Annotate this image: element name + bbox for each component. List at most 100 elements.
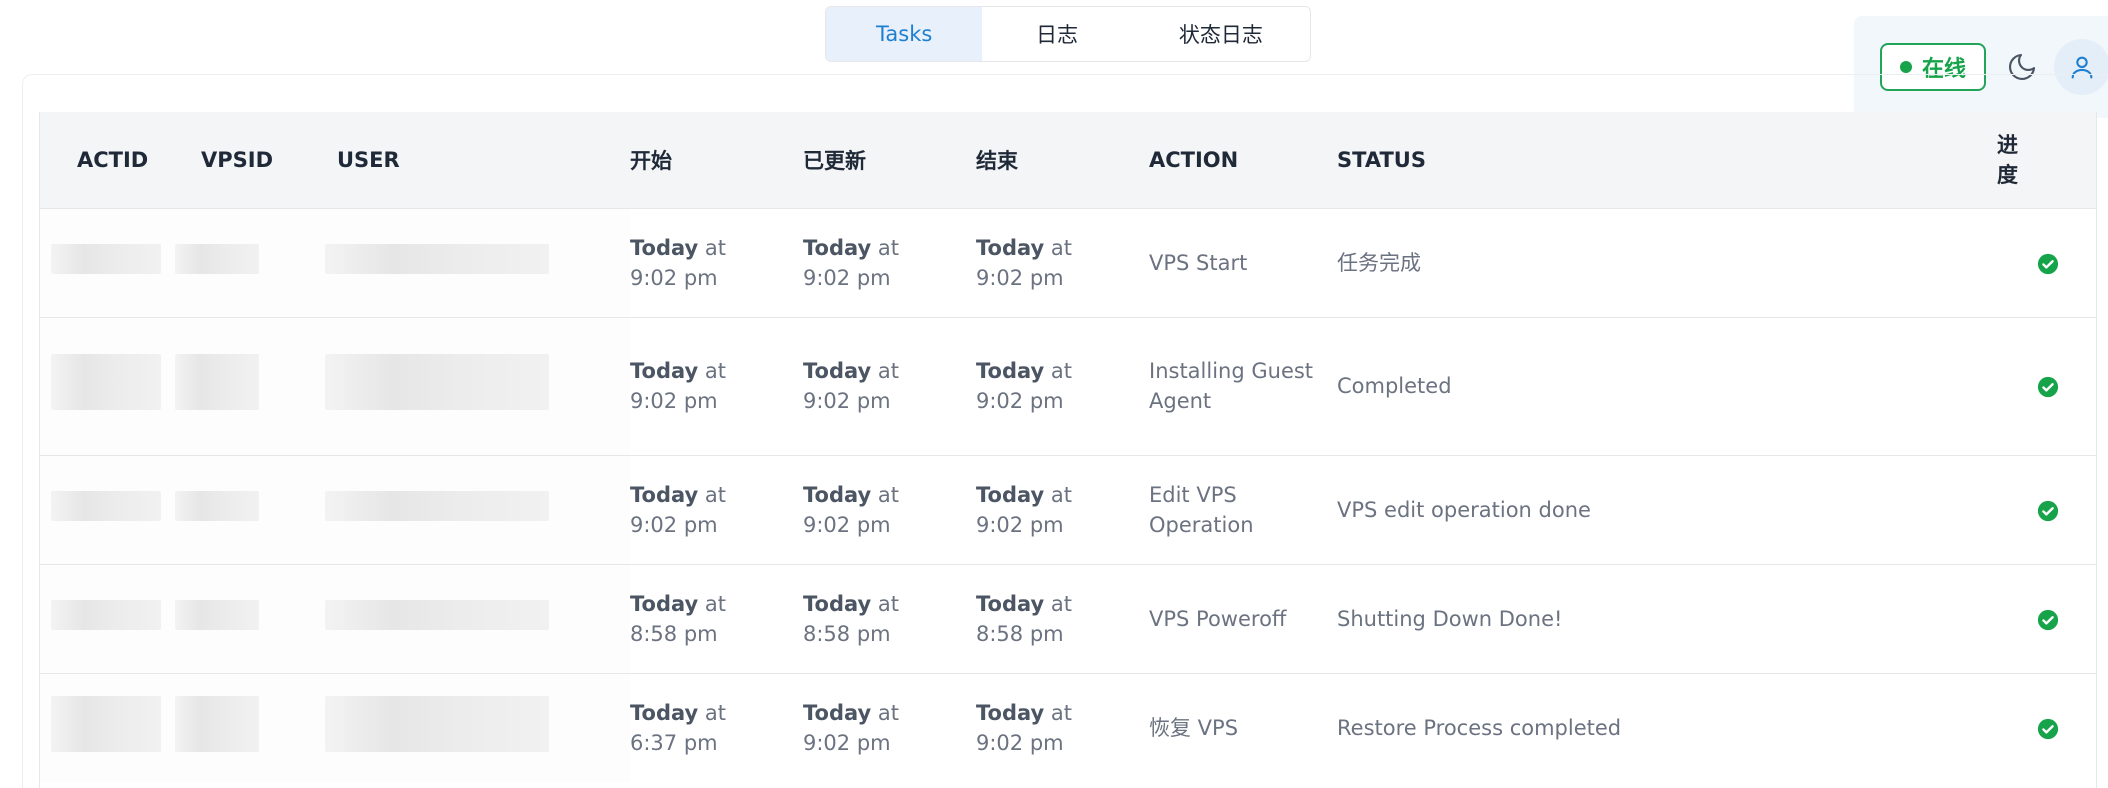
end-cell: Today at 9:02 pm xyxy=(976,317,1149,455)
action-cell: Edit VPS Operation xyxy=(1149,482,1254,537)
time-label: 9:02 pm xyxy=(630,389,718,413)
table-header-row: ACTID VPSID USER 开始 已更新 结束 ACTION STATUS… xyxy=(40,112,2096,208)
at-label: at xyxy=(1050,700,1073,725)
day-label: Today xyxy=(976,482,1045,507)
at-label: at xyxy=(704,482,727,507)
column-header-updated[interactable]: 已更新 xyxy=(803,112,976,208)
end-cell: Today at 9:02 pm xyxy=(976,208,1149,317)
user-cell xyxy=(325,564,630,673)
vpsid-cell xyxy=(175,317,337,455)
start-cell: Today at 9:02 pm xyxy=(630,317,803,455)
user-cell xyxy=(325,455,630,564)
vpsid-cell xyxy=(175,564,337,673)
redacted-value xyxy=(175,490,259,521)
user-cell xyxy=(325,673,630,782)
column-header-start[interactable]: 开始 xyxy=(630,112,803,208)
time-label: 8:58 pm xyxy=(630,621,718,646)
action-cell: 恢复 VPS xyxy=(1149,715,1239,740)
column-header-end[interactable]: 结束 xyxy=(976,112,1149,208)
check-circle-icon xyxy=(2037,500,2058,521)
redacted-value xyxy=(325,490,549,521)
at-label: at xyxy=(1050,482,1073,507)
progress-cell xyxy=(1997,564,2096,673)
table-row[interactable]: Today at 8:58 pm Today at 8:58 pm Today at… xyxy=(40,564,2096,673)
redacted-value xyxy=(175,599,259,630)
progress-cell xyxy=(1997,455,2096,564)
redacted-value xyxy=(51,490,161,521)
online-dot-icon xyxy=(1899,61,1912,73)
redacted-value xyxy=(175,354,259,410)
day-label: Today xyxy=(803,235,872,260)
updated-cell: Today at 9:02 pm xyxy=(803,673,976,782)
redacted-value xyxy=(51,695,161,752)
vpsid-cell xyxy=(175,455,337,564)
action-cell: VPS Poweroff xyxy=(1149,606,1287,631)
redacted-value xyxy=(51,599,161,630)
day-label: Today xyxy=(630,700,699,725)
action-cell: VPS Start xyxy=(1149,250,1248,275)
day-label: Today xyxy=(803,482,872,507)
tab-status-logs[interactable]: 状态日志 xyxy=(1132,7,1310,61)
time-label: 9:02 pm xyxy=(803,265,891,290)
redacted-value xyxy=(325,354,549,410)
day-label: Today xyxy=(976,235,1045,260)
time-label: 9:02 pm xyxy=(976,265,1064,290)
table-row[interactable]: Today at 9:02 pm Today at 9:02 pm Today at… xyxy=(40,208,2096,317)
status-cell: Shutting Down Done! xyxy=(1337,606,1563,631)
vpsid-cell xyxy=(175,673,337,782)
column-header-vpsid[interactable]: VPSID xyxy=(201,112,337,208)
tab-tasks[interactable]: Tasks xyxy=(826,7,983,61)
time-label: 6:37 pm xyxy=(630,730,718,755)
table-row[interactable]: Today at 9:02 pm Today at 9:02 pm Today at… xyxy=(40,317,2096,455)
progress-cell xyxy=(1997,317,2096,455)
day-label: Today xyxy=(976,700,1045,725)
status-cell: Completed xyxy=(1337,374,1452,398)
time-label: 9:02 pm xyxy=(630,265,718,290)
column-header-action[interactable]: ACTION xyxy=(1149,112,1337,208)
redacted-value xyxy=(325,599,549,630)
start-cell: Today at 9:02 pm xyxy=(630,455,803,564)
progress-header-line-2: 度 xyxy=(1997,162,2018,187)
status-cell: VPS edit operation done xyxy=(1337,497,1591,522)
tab-logs[interactable]: 日志 xyxy=(982,7,1131,61)
check-circle-icon xyxy=(2037,718,2058,739)
redacted-value xyxy=(325,243,549,274)
end-cell: Today at 9:02 pm xyxy=(976,673,1149,782)
check-circle-icon xyxy=(2037,376,2058,398)
redacted-value xyxy=(175,695,259,752)
column-header-progress[interactable]: 进 度 xyxy=(1997,112,2096,208)
end-cell: Today at 8:58 pm xyxy=(976,564,1149,673)
redacted-value xyxy=(51,354,161,410)
day-label: Today xyxy=(803,700,872,725)
at-label: at xyxy=(704,359,727,383)
updated-cell: Today at 9:02 pm xyxy=(803,317,976,455)
column-header-user[interactable]: USER xyxy=(337,112,630,208)
table-row[interactable]: Today at 6:37 pm Today at 9:02 pm Today at… xyxy=(40,673,2096,782)
end-cell: Today at 9:02 pm xyxy=(976,455,1149,564)
at-label: at xyxy=(1050,359,1073,383)
at-label: at xyxy=(877,359,900,383)
start-cell: Today at 6:37 pm xyxy=(630,673,803,782)
column-header-status[interactable]: STATUS xyxy=(1337,112,1997,208)
table-row[interactable]: Today at 9:02 pm Today at 9:02 pm Today at… xyxy=(40,455,2096,564)
progress-cell xyxy=(1997,208,2096,317)
column-header-actid[interactable]: ACTID xyxy=(40,112,201,208)
time-label: 9:02 pm xyxy=(803,730,891,755)
at-label: at xyxy=(877,235,900,260)
user-cell xyxy=(325,317,630,455)
at-label: at xyxy=(877,482,900,507)
time-label: 9:02 pm xyxy=(976,512,1064,537)
at-label: at xyxy=(877,591,900,616)
status-cell: Restore Process completed xyxy=(1337,715,1622,740)
action-cell: Installing Guest Agent xyxy=(1149,359,1314,413)
day-label: Today xyxy=(976,591,1045,616)
redacted-value xyxy=(175,243,259,274)
time-label: 9:02 pm xyxy=(803,389,891,413)
at-label: at xyxy=(704,235,727,260)
day-label: Today xyxy=(803,591,872,616)
check-circle-icon xyxy=(2037,609,2058,630)
check-circle-icon xyxy=(2037,253,2058,274)
day-label: Today xyxy=(630,591,699,616)
at-label: at xyxy=(1050,235,1073,260)
view-tabs: Tasks 日志 状态日志 xyxy=(825,6,1311,62)
